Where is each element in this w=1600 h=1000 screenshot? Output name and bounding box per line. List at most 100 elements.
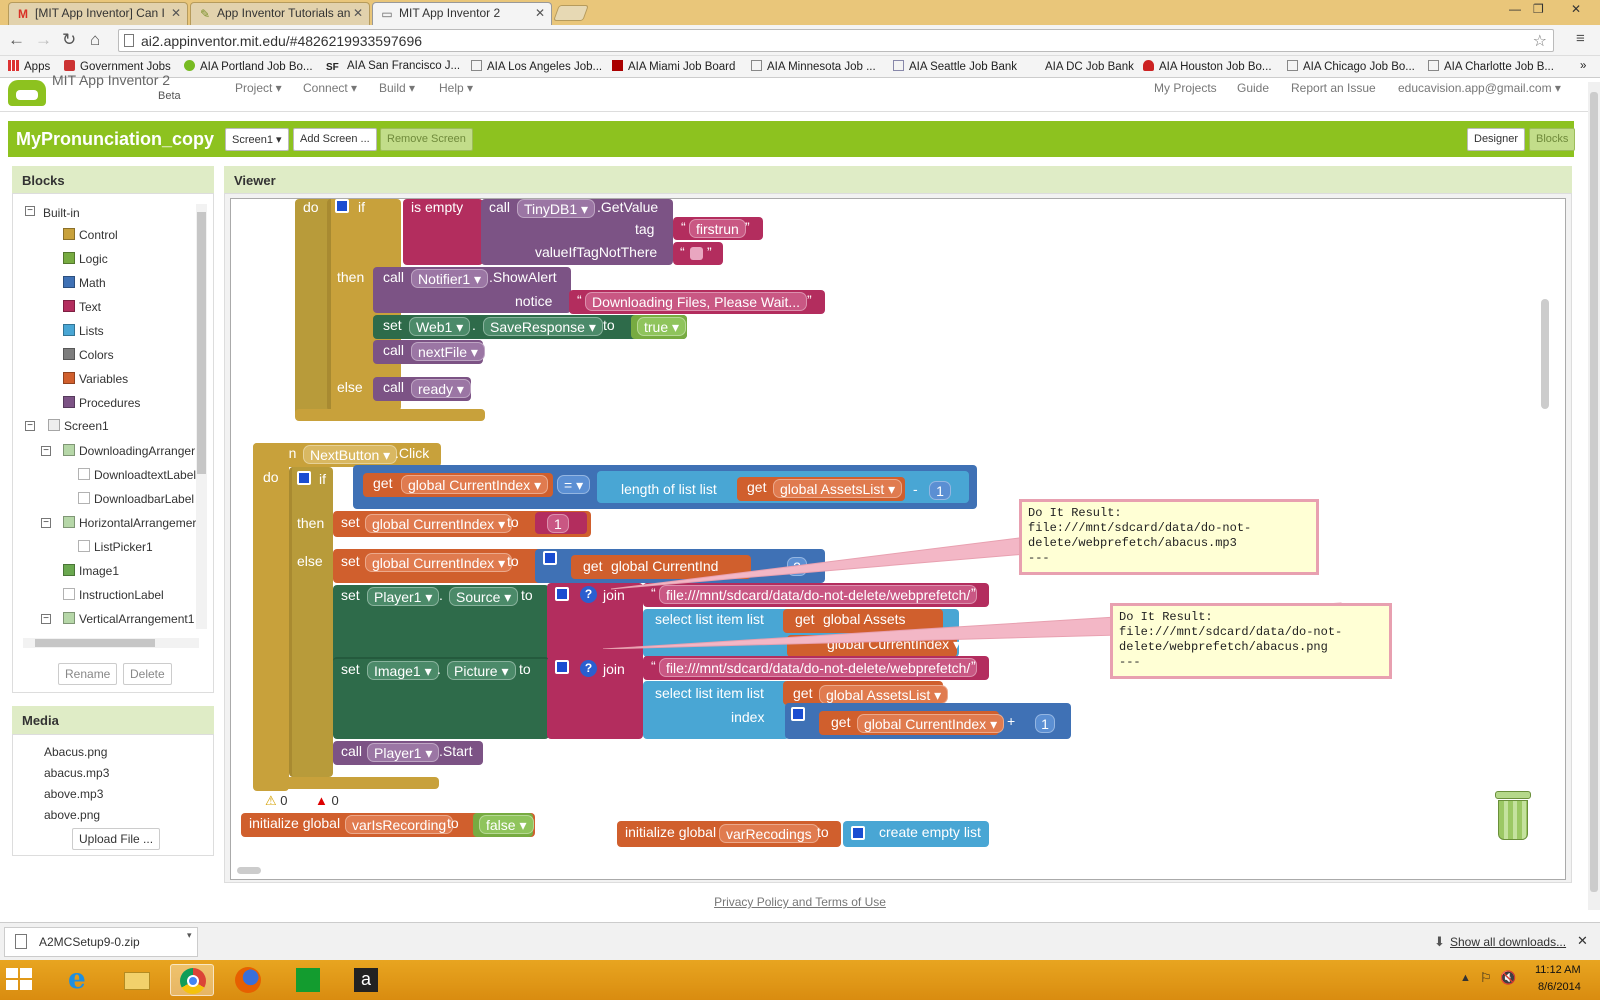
help-icon[interactable]: ? <box>580 586 597 603</box>
builtin-colors[interactable]: Colors <box>63 348 114 362</box>
trash-can-icon[interactable] <box>1493 789 1533 841</box>
workspace-vscroll[interactable] <box>1541 299 1549 409</box>
volume-muted-icon[interactable]: 🔇 <box>1500 970 1516 986</box>
mutator-icon[interactable] <box>555 660 569 674</box>
link-report-issue[interactable]: Report an Issue <box>1291 81 1376 95</box>
remove-screen-button[interactable]: Remove Screen <box>380 128 473 151</box>
player1-dropdown[interactable]: Player1 ▾ <box>367 587 440 606</box>
internet-explorer-icon[interactable]: e <box>58 962 102 996</box>
component-downloadbarlabel[interactable]: DownloadbarLabel <box>78 492 194 506</box>
menu-build[interactable]: Build ▾ <box>379 81 415 95</box>
chevron-down-icon[interactable]: ▾ <box>187 930 192 941</box>
close-icon[interactable]: ✕ <box>353 6 363 20</box>
media-file[interactable]: Abacus.png <box>44 745 107 759</box>
empty-text-slot[interactable] <box>690 247 703 260</box>
set-image1-picture-block[interactable] <box>333 657 549 739</box>
rename-button[interactable]: Rename <box>58 663 118 685</box>
varrecodings-name[interactable]: varRecodings <box>719 824 819 843</box>
false-dropdown[interactable]: false ▾ <box>479 815 534 834</box>
collapse-icon[interactable]: − <box>41 446 51 456</box>
screen-selector[interactable]: Screen1 ▾ <box>225 128 289 151</box>
media-file[interactable]: abacus.mp3 <box>44 766 109 780</box>
action-center-icon[interactable]: ⚐ <box>1480 970 1492 986</box>
builtin-control[interactable]: Control <box>63 228 118 242</box>
true-dropdown[interactable]: true ▾ <box>637 317 687 336</box>
currentindex-dropdown[interactable]: global CurrentIndex ▾ <box>401 475 549 494</box>
menu-connect[interactable]: Connect ▾ <box>303 81 357 95</box>
minimize-icon[interactable]: — <box>1509 2 1521 16</box>
media-file[interactable]: above.mp3 <box>44 787 103 801</box>
close-icon[interactable]: ✕ <box>535 6 545 20</box>
address-bar[interactable]: ai2.appinventor.mit.edu/#482621993359769… <box>118 29 1554 52</box>
bookmark-apps[interactable]: Apps <box>8 60 50 73</box>
reload-icon[interactable]: ↻ <box>62 30 76 50</box>
bookmarks-overflow[interactable]: » <box>1580 60 1586 72</box>
media-file[interactable]: above.png <box>44 808 100 822</box>
text-firstrun[interactable]: firstrun <box>689 219 746 238</box>
home-icon[interactable]: ⌂ <box>90 30 100 50</box>
bookmark-aia-seattle[interactable]: AIA Seattle Job Bank <box>893 60 1017 73</box>
browser-tab-2[interactable]: ✎ App Inventor Tutorials an ✕ <box>190 2 370 25</box>
help-icon[interactable]: ? <box>580 660 597 677</box>
app-inventor-logo-icon[interactable] <box>8 80 46 106</box>
download-item[interactable]: A2MCSetup9-0.zip ▾ <box>4 927 198 957</box>
collapse-icon[interactable]: − <box>25 206 35 216</box>
blocks-workspace[interactable]: do if is empty call TinyDB1 ▾ .GetValue … <box>230 198 1566 880</box>
app-inventor-taskbar-icon[interactable]: a <box>344 964 388 996</box>
error-indicator[interactable]: ▲ 0 <box>315 793 339 808</box>
component-verticalarrangement1[interactable]: VerticalArrangement1 <box>63 612 194 626</box>
builtin-text[interactable]: Text <box>63 300 101 314</box>
bookmark-aia-miami[interactable]: AIA Miami Job Board <box>612 60 735 73</box>
forward-icon[interactable]: → <box>35 30 52 50</box>
ready-dropdown[interactable]: ready ▾ <box>411 379 471 398</box>
blocks-button[interactable]: Blocks <box>1529 128 1576 151</box>
bookmark-aia-chicago[interactable]: AIA Chicago Job Bo... <box>1287 60 1415 73</box>
equals-dropdown[interactable]: = ▾ <box>557 475 591 494</box>
close-icon[interactable]: ✕ <box>1577 933 1588 949</box>
web1-dropdown[interactable]: Web1 ▾ <box>409 317 471 336</box>
bookmark-aia-portland[interactable]: AIA Portland Job Bo... <box>184 60 313 73</box>
close-window-icon[interactable]: ✕ <box>1571 2 1581 16</box>
component-horizontalarrangemer[interactable]: HorizontalArrangemer <box>63 516 196 530</box>
link-guide[interactable]: Guide <box>1237 81 1269 95</box>
account-menu[interactable]: educavision.app@gmail.com ▾ <box>1398 81 1561 95</box>
clock-time[interactable]: 11:12 AM <box>1535 964 1581 976</box>
collapse-icon[interactable]: − <box>41 614 51 624</box>
delete-button[interactable]: Delete <box>123 663 172 685</box>
chrome-icon[interactable] <box>170 964 214 996</box>
tree-hscrollbar[interactable] <box>23 638 199 648</box>
tinydb-dropdown[interactable]: TinyDB1 ▾ <box>517 199 596 218</box>
show-all-downloads-link[interactable]: Show all downloads... <box>1450 935 1566 949</box>
link-my-projects[interactable]: My Projects <box>1154 81 1217 95</box>
nextfile-dropdown[interactable]: nextFile ▾ <box>411 342 485 361</box>
bookmark-aia-houston[interactable]: AIA Houston Job Bo... <box>1143 60 1272 73</box>
component-image1[interactable]: Image1 <box>63 564 119 578</box>
tree-scrollbar[interactable] <box>196 204 207 629</box>
if-else-block[interactable] <box>289 467 333 777</box>
add-screen-button[interactable]: Add Screen ... <box>293 128 377 151</box>
number-1[interactable]: 1 <box>1035 714 1055 733</box>
builtin-logic[interactable]: Logic <box>63 252 108 266</box>
component-listpicker1[interactable]: ListPicker1 <box>78 540 153 554</box>
bookmark-aia-sf[interactable]: SF AIA San Francisco J... <box>326 60 460 73</box>
close-icon[interactable]: ✕ <box>171 6 181 20</box>
restore-icon[interactable]: ❐ <box>1533 2 1544 16</box>
text-downloading[interactable]: Downloading Files, Please Wait... <box>585 292 808 311</box>
builtin-variables[interactable]: Variables <box>63 372 128 386</box>
menu-project[interactable]: Project ▾ <box>235 81 282 95</box>
designer-button[interactable]: Designer <box>1467 128 1526 151</box>
picture-dropdown[interactable]: Picture ▾ <box>447 661 516 680</box>
clock-date[interactable]: 8/6/2014 <box>1538 981 1581 993</box>
windows-start-icon[interactable] <box>6 968 34 992</box>
currentindex-dropdown[interactable]: global CurrentIndex ▾ <box>365 553 513 572</box>
text-1[interactable]: 1 <box>547 514 569 533</box>
mutator-icon[interactable] <box>555 587 569 601</box>
mutator-icon[interactable] <box>297 471 311 485</box>
menu-help[interactable]: Help ▾ <box>439 81 473 95</box>
nextbutton-dropdown[interactable]: NextButton ▾ <box>303 445 398 464</box>
firefox-icon[interactable] <box>226 964 270 996</box>
tree-screen1[interactable]: Screen1 <box>48 419 109 433</box>
mutator-icon[interactable] <box>543 551 557 565</box>
assetslist-dropdown[interactable]: global AssetsList ▾ <box>819 685 949 704</box>
player1-dropdown[interactable]: Player1 ▾ <box>367 743 440 762</box>
